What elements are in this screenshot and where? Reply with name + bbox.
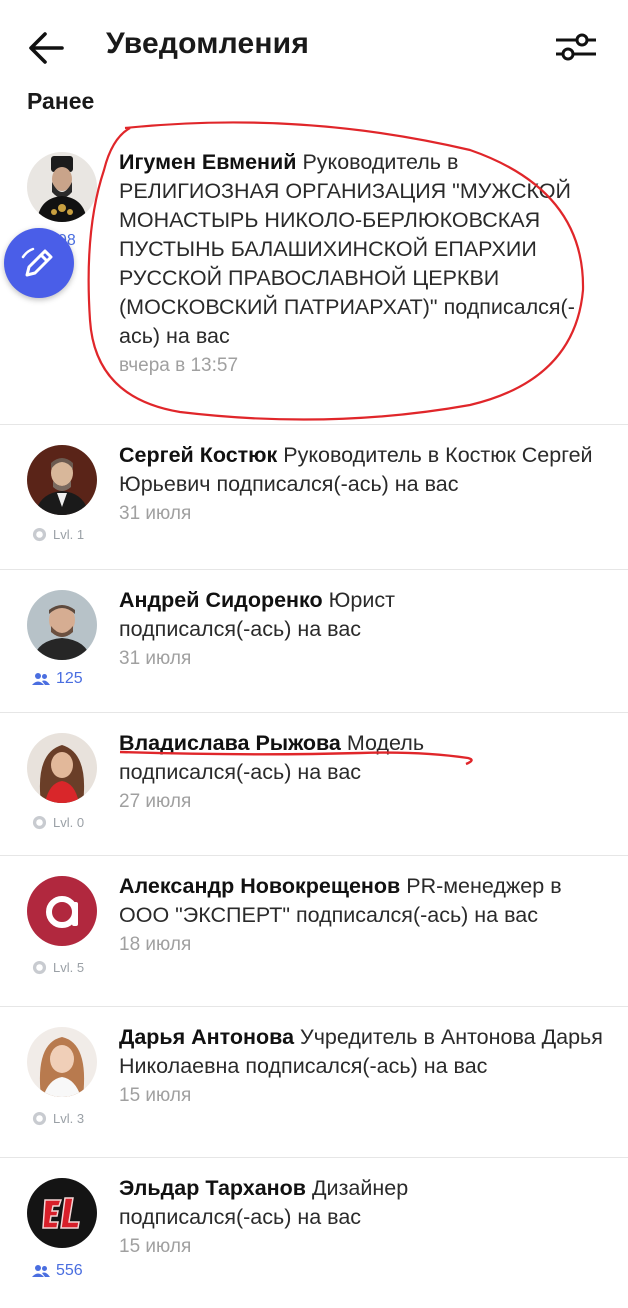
notification-text: Владислава Рыжова Модель подписался(-ась… [119, 729, 609, 817]
level-icon [32, 1111, 47, 1126]
level-icon [32, 960, 47, 975]
notification-list: 98 Игумен Евмений Руководитель в РЕЛИГИО… [0, 140, 628, 1308]
notification-time: 18 июля [119, 934, 192, 955]
notification-item[interactable]: 98 Игумен Евмений Руководитель в РЕЛИГИО… [0, 140, 628, 424]
user-name[interactable]: Эльдар Тарханов [119, 1176, 306, 1200]
notification-time: 31 июля [119, 648, 192, 669]
users-icon [32, 673, 50, 685]
notification-action: подписался(-ась) на вас [295, 903, 538, 927]
user-name[interactable]: Сергей Костюк [119, 443, 277, 467]
user-role: Модель [346, 731, 425, 755]
notification-item[interactable]: Lvl. 0 Владислава Рыжова Модель подписал… [0, 712, 628, 855]
notification-time: 15 июля [119, 1236, 192, 1257]
notification-action: подписался(-ась) на вас [216, 472, 459, 496]
user-name[interactable]: Александр Новокрещенов [119, 874, 400, 898]
avatar[interactable] [27, 1178, 97, 1248]
section-title: Ранее [27, 88, 95, 114]
avatar[interactable] [27, 445, 97, 515]
user-role: Руководитель в РЕЛИГИОЗНАЯ ОРГАНИЗАЦИЯ "… [119, 150, 571, 319]
arrow-left-icon [29, 32, 64, 64]
avatar[interactable] [27, 152, 97, 222]
notification-text: Игумен Евмений Руководитель в РЕЛИГИОЗНА… [119, 148, 609, 381]
level-icon [32, 527, 47, 542]
compose-button[interactable] [4, 228, 74, 298]
level-badge: Lvl. 0 [32, 815, 84, 830]
notification-item[interactable]: 556 Эльдар Тарханов Дизайнер подписался(… [0, 1157, 628, 1308]
level-badge: Lvl. 3 [32, 1111, 84, 1126]
top-bar: Уведомления [0, 0, 628, 92]
filter-button[interactable] [554, 30, 598, 66]
user-name[interactable]: Андрей Сидоренко [119, 588, 323, 612]
sliders-icon [556, 33, 596, 61]
back-button[interactable] [26, 28, 66, 68]
notification-text: Дарья Антонова Учредитель в Антонова Дар… [119, 1023, 609, 1111]
user-name[interactable]: Игумен Евмений [119, 150, 296, 174]
notification-text: Сергей Костюк Руководитель в Костюк Серг… [119, 441, 609, 529]
notification-action: подписался(-ась) на вас [119, 617, 362, 641]
avatar[interactable] [27, 590, 97, 660]
user-name[interactable]: Владислава Рыжова [119, 731, 341, 755]
user-role: Юрист [328, 588, 395, 612]
level-badge: Lvl. 5 [32, 960, 84, 975]
notification-text: Андрей Сидоренко Юрист подписался(-ась) … [119, 586, 609, 674]
notification-text: Эльдар Тарханов Дизайнер подписался(-ась… [119, 1174, 609, 1262]
notification-time: 31 июля [119, 503, 192, 524]
users-icon [32, 1265, 50, 1277]
notification-item[interactable]: 125 Андрей Сидоренко Юрист подписался(-а… [0, 569, 628, 712]
notification-action: подписался(-ась) на вас [119, 1205, 362, 1229]
avatar[interactable] [27, 733, 97, 803]
notification-item[interactable]: Lvl. 5 Александр Новокрещенов PR-менедже… [0, 855, 628, 1006]
notification-item[interactable]: Lvl. 1 Сергей Костюк Руководитель в Кост… [0, 424, 628, 569]
notification-time: вчера в 13:57 [119, 355, 239, 376]
avatar[interactable] [27, 876, 97, 946]
notification-time: 15 июля [119, 1085, 192, 1106]
notification-time: 27 июля [119, 791, 192, 812]
level-badge: Lvl. 1 [32, 527, 84, 542]
notification-action: подписался(-ась) на вас [245, 1054, 488, 1078]
page-title: Уведомления [106, 27, 310, 60]
notification-item[interactable]: Lvl. 3 Дарья Антонова Учредитель в Антон… [0, 1006, 628, 1157]
user-role: Дизайнер [312, 1176, 409, 1200]
user-name[interactable]: Дарья Антонова [119, 1025, 294, 1049]
followers-badge: 125 [32, 670, 83, 688]
followers-badge: 556 [32, 1262, 83, 1280]
avatar[interactable] [27, 1027, 97, 1097]
level-icon [32, 815, 47, 830]
pencil-icon [21, 247, 53, 277]
notification-text: Александр Новокрещенов PR-менеджер в ООО… [119, 872, 609, 960]
notification-action: подписался(-ась) на вас [119, 760, 362, 784]
